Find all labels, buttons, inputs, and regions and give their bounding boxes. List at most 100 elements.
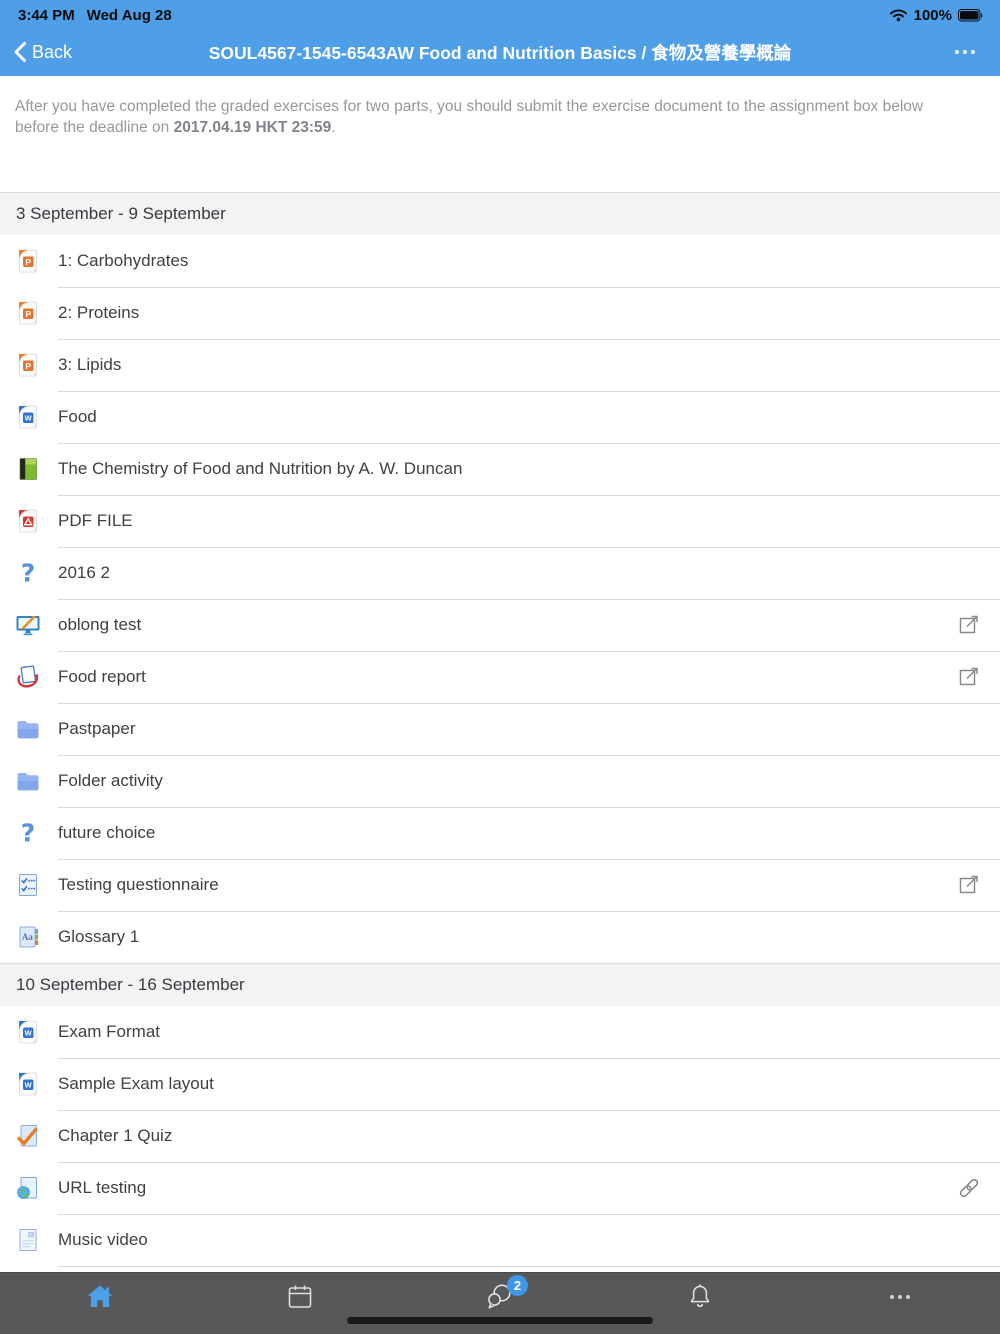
course-summary: After you have completed the graded exer…	[15, 98, 924, 136]
folder-icon	[15, 768, 41, 794]
back-chevron-icon	[12, 41, 27, 63]
list-item[interactable]: W Sample Exam layout	[0, 1058, 1000, 1110]
tab-notifications[interactable]	[600, 1273, 800, 1334]
calendar-icon	[285, 1282, 315, 1312]
more-dots-icon	[885, 1282, 915, 1312]
more-options-button[interactable]	[952, 48, 978, 56]
tab-messages[interactable]: 2	[400, 1273, 600, 1334]
svg-text:Aa: Aa	[22, 932, 33, 942]
list-item-label: Folder activity	[58, 771, 163, 790]
home-indicator[interactable]	[347, 1317, 653, 1324]
list-item-label: 2016 2	[58, 563, 110, 582]
external-link-icon[interactable]	[956, 872, 982, 898]
page-title: SOUL4567-1545-6543AW Food and Nutrition …	[208, 42, 792, 63]
list-item[interactable]: W Food	[0, 391, 1000, 443]
ellipsis-icon	[952, 43, 978, 60]
list-item[interactable]: ? future choice	[0, 807, 1000, 859]
nav-bar: Back SOUL4567-1545-6543AW Food and Nutri…	[0, 28, 1000, 76]
book-icon	[15, 456, 41, 482]
back-button[interactable]: Back	[12, 41, 72, 63]
messages-icon: 2	[485, 1275, 528, 1312]
external-link-icon[interactable]	[956, 664, 982, 690]
page-icon	[15, 1227, 41, 1253]
list-item-label: Glossary 1	[58, 927, 140, 946]
wifi-icon	[889, 8, 908, 22]
list-item-label: 2: Proteins	[58, 303, 140, 322]
section-header-label: 3 September - 9 September	[16, 204, 226, 223]
svg-text:W: W	[25, 1081, 33, 1090]
tab-calendar[interactable]	[200, 1273, 400, 1334]
status-bar: 3:44 PM Wed Aug 28 100%	[0, 0, 1000, 28]
word-icon: W	[15, 1071, 41, 1097]
quiz-icon	[15, 1123, 41, 1149]
list-item[interactable]: URL testing	[0, 1162, 1000, 1214]
svg-text:W: W	[25, 414, 33, 423]
home-icon	[85, 1282, 115, 1312]
list-item[interactable]: P 1: Carbohydrates	[0, 235, 1000, 287]
list-item[interactable]: ? 2016 2	[0, 547, 1000, 599]
list-item-label: future choice	[58, 823, 156, 842]
status-time: 3:44 PM	[18, 6, 75, 24]
row-divider	[58, 1266, 1000, 1267]
list-item[interactable]: Folder activity	[0, 755, 1000, 807]
tab-home[interactable]	[0, 1273, 200, 1334]
back-label: Back	[32, 41, 73, 62]
list-item-label: oblong test	[58, 615, 142, 634]
url-icon	[15, 1175, 41, 1201]
list-item[interactable]: W Exam Format	[0, 1006, 1000, 1058]
status-date: Wed Aug 28	[86, 6, 172, 24]
powerpoint-icon: P	[15, 352, 41, 378]
assignment-icon	[15, 612, 41, 638]
list-item[interactable]: The Chemistry of Food and Nutrition by A…	[0, 443, 1000, 495]
section-rows: W Exam Format W Sample Exam layout Chapter 1…	[0, 1006, 1000, 1266]
choice-icon: ?	[15, 819, 41, 848]
powerpoint-icon: P	[15, 248, 41, 274]
list-item-label: URL testing	[58, 1178, 147, 1197]
tab-more[interactable]	[800, 1273, 1000, 1334]
list-item-label: Pastpaper	[58, 719, 136, 738]
messages-badge: 2	[507, 1275, 528, 1296]
list-item-label: PDF FILE	[58, 511, 133, 530]
svg-text:W: W	[25, 1029, 33, 1038]
powerpoint-icon: P	[15, 300, 41, 326]
deadline-text: 2017.04.19 HKT 23:59	[173, 119, 332, 136]
word-icon: W	[15, 404, 41, 430]
svg-text:P: P	[25, 361, 31, 371]
tab-bar: 2	[0, 1272, 1000, 1334]
pdf-icon	[15, 508, 41, 534]
list-item[interactable]: Aa Glossary 1	[0, 911, 1000, 963]
battery-icon	[958, 8, 984, 22]
list-item[interactable]: PDF FILE	[0, 495, 1000, 547]
list-item[interactable]: Music video	[0, 1214, 1000, 1266]
list-item[interactable]: Testing questionnaire	[0, 859, 1000, 911]
svg-text:P: P	[25, 309, 31, 319]
glossary-icon: Aa	[15, 924, 41, 950]
list-item-label: Music video	[58, 1230, 148, 1249]
section-list: 3 September - 9 September P 1: Carbohydrat…	[0, 192, 1000, 1267]
list-item[interactable]: Chapter 1 Quiz	[0, 1110, 1000, 1162]
list-item[interactable]: Pastpaper	[0, 703, 1000, 755]
section-header-label: 10 September - 16 September	[16, 975, 245, 994]
list-item[interactable]: P 2: Proteins	[0, 287, 1000, 339]
list-item-label: Exam Format	[58, 1022, 161, 1041]
section-header: 10 September - 16 September	[0, 963, 1000, 1006]
choice-icon: ?	[15, 559, 41, 588]
list-item-label: 1: Carbohydrates	[58, 251, 189, 270]
list-item-label: Testing questionnaire	[58, 875, 219, 894]
section-rows: P 1: Carbohydrates P 2: Proteins P 3: Lipids W…	[0, 235, 1000, 963]
list-item[interactable]: Food report	[0, 651, 1000, 703]
svg-text:?: ?	[21, 559, 36, 588]
link-icon[interactable]	[956, 1175, 982, 1201]
external-link-icon[interactable]	[956, 612, 982, 638]
questionnaire-icon	[15, 872, 41, 898]
section-header: 3 September - 9 September	[0, 192, 1000, 235]
svg-text:P: P	[25, 257, 31, 267]
turnitin-icon	[15, 664, 41, 690]
folder-icon	[15, 716, 41, 742]
list-item-label: Chapter 1 Quiz	[58, 1126, 173, 1145]
list-item[interactable]: P 3: Lipids	[0, 339, 1000, 391]
list-item-label: The Chemistry of Food and Nutrition by A…	[58, 459, 463, 478]
list-item[interactable]: oblong test	[0, 599, 1000, 651]
list-item-label: 3: Lipids	[58, 355, 122, 374]
svg-text:?: ?	[21, 819, 36, 848]
